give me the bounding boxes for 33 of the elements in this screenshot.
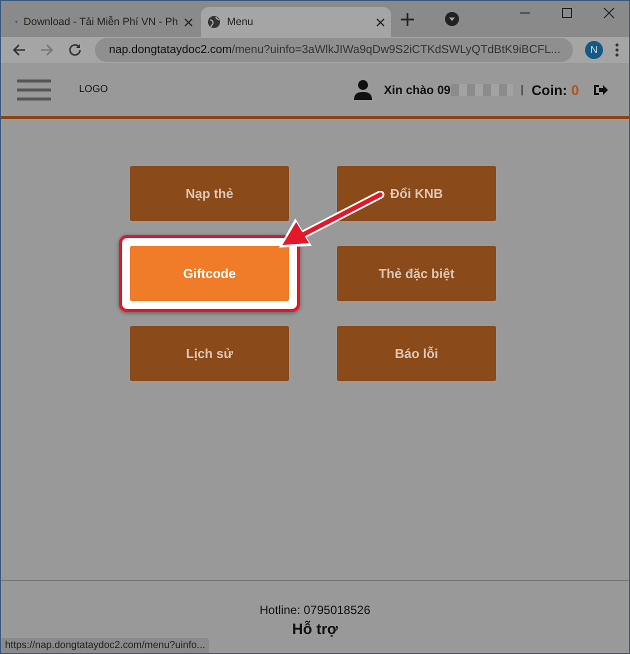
new-tab-icon[interactable] [401, 12, 414, 26]
globe-icon [207, 15, 221, 29]
greeting-text: Xin chào 09 [384, 82, 451, 96]
status-url: https://nap.dongtataydoc2.com/menu?uinfo... [1, 638, 210, 653]
menu-button[interactable]: Thẻ đặc biệt [337, 246, 496, 301]
menu-button[interactable]: Đổi KNB [337, 166, 496, 221]
more-menu-icon[interactable] [615, 43, 619, 57]
maximize-icon[interactable] [561, 7, 573, 19]
address-field[interactable]: nap.dongtataydoc2.com/menu?uinfo=3aWlkJIWa9qDw9S2iCTKdSWLyQTdBtK9iBCFL... [95, 38, 573, 62]
close-icon[interactable] [603, 7, 615, 19]
dropdown-icon[interactable] [445, 12, 459, 26]
menu-icon[interactable] [17, 78, 51, 100]
tab-title: Download - Tải Miễn Phí VN - Ph [24, 16, 178, 28]
menu-button[interactable]: Lịch sử [130, 326, 289, 381]
hotline-text: Hotline: 0795018526 [260, 603, 370, 617]
menu-button[interactable]: Nạp thẻ [130, 166, 289, 221]
back-arrow-icon[interactable] [11, 42, 27, 58]
tab-title: Menu [227, 16, 254, 28]
close-icon[interactable] [376, 18, 385, 26]
support-heading: Hỗ trợ [292, 621, 338, 638]
logout-icon[interactable] [593, 82, 609, 96]
browser-tab[interactable]: Menu [201, 7, 391, 37]
coin-label: Coin: [531, 82, 568, 98]
close-icon[interactable] [184, 18, 193, 26]
browser-tab[interactable]: Download - Tải Miễn Phí VN - Ph [9, 7, 199, 37]
menu-button[interactable]: Giftcode [130, 246, 289, 301]
coin-value: 0 [571, 82, 579, 98]
user-icon [354, 80, 372, 100]
logo-text: LOGO [79, 84, 108, 95]
profile-avatar[interactable]: N [585, 41, 603, 59]
separator-text: | [520, 84, 524, 96]
menu-button[interactable]: Báo lỗi [337, 326, 496, 381]
reload-icon[interactable] [67, 42, 83, 58]
